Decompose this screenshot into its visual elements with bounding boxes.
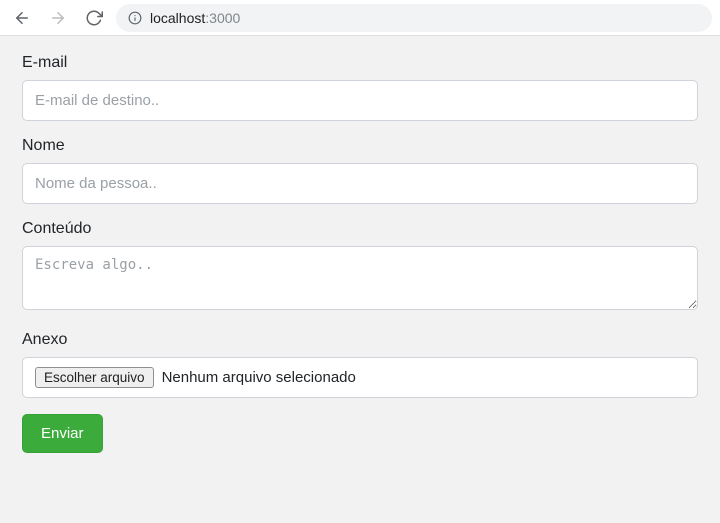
content-group: Conteúdo xyxy=(22,220,698,315)
arrow-right-icon xyxy=(49,9,67,27)
back-button[interactable] xyxy=(8,4,36,32)
attachment-group: Anexo Escolher arquivo Nenhum arquivo se… xyxy=(22,331,698,398)
name-label: Nome xyxy=(22,137,698,155)
reload-icon xyxy=(85,9,103,27)
file-input-wrap[interactable]: Escolher arquivo Nenhum arquivo selecion… xyxy=(22,357,698,398)
url-port: :3000 xyxy=(205,10,240,26)
arrow-left-icon xyxy=(13,9,31,27)
page-body: E-mail Nome Conteúdo Anexo Escolher arqu… xyxy=(0,36,720,523)
email-group: E-mail xyxy=(22,54,698,121)
info-icon xyxy=(128,11,142,25)
file-status-text: Nenhum arquivo selecionado xyxy=(162,369,356,386)
forward-button[interactable] xyxy=(44,4,72,32)
reload-button[interactable] xyxy=(80,4,108,32)
submit-button[interactable]: Enviar xyxy=(22,414,103,453)
name-group: Nome xyxy=(22,137,698,204)
address-bar[interactable]: localhost:3000 xyxy=(116,4,712,32)
browser-toolbar: localhost:3000 xyxy=(0,0,720,36)
url-text: localhost:3000 xyxy=(150,10,240,26)
choose-file-button[interactable]: Escolher arquivo xyxy=(35,367,154,388)
attachment-label: Anexo xyxy=(22,331,698,349)
email-input[interactable] xyxy=(22,80,698,121)
name-input[interactable] xyxy=(22,163,698,204)
email-label: E-mail xyxy=(22,54,698,72)
content-label: Conteúdo xyxy=(22,220,698,238)
url-host: localhost xyxy=(150,10,205,26)
content-textarea[interactable] xyxy=(22,246,698,310)
